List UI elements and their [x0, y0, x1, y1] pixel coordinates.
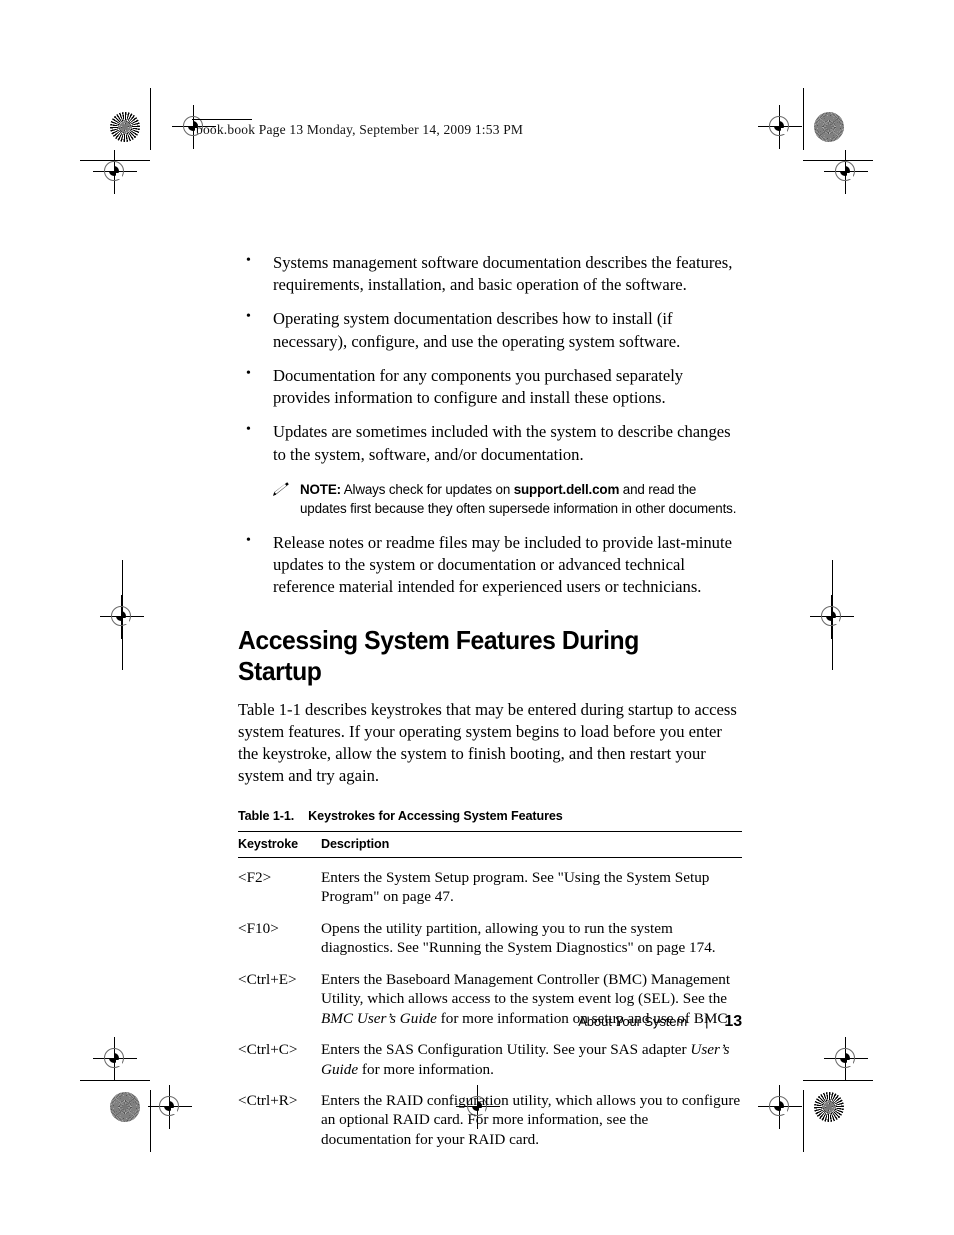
manual-page: book.book Page 13 Monday, September 14, … [0, 0, 954, 1235]
list-item: Release notes or readme files may be inc… [238, 532, 742, 599]
cell-keystroke: <F10> [238, 919, 279, 937]
table-caption: Table 1-1. Keystrokes for Accessing Syste… [238, 809, 742, 823]
pencil-icon [270, 481, 290, 499]
section-intro-paragraph: Table 1-1 describes keystrokes that may … [238, 699, 737, 785]
halftone-target-top-right [814, 112, 844, 142]
description-text: Enters the System Setup program. See "Us… [321, 868, 710, 906]
halftone-target-bottom-right [814, 1092, 844, 1122]
table-row: <F2> Enters the System Setup program. See… [238, 857, 742, 909]
documentation-bullet-list: Systems management software documentatio… [238, 252, 742, 466]
list-item: Systems management software documentatio… [238, 252, 742, 296]
note-label: NOTE: [300, 481, 341, 497]
footer-separator: | [705, 1014, 709, 1029]
note-text-before: Always check for updates on [340, 481, 514, 497]
table-caption-title: Keystrokes for Accessing System Features [308, 808, 563, 823]
registration-mark-bottom-right-outer [824, 1037, 868, 1081]
table-row: <Ctrl+C> Enters the SAS Configuration Uti… [238, 1031, 742, 1082]
table-row: <Ctrl+R> Enters the RAID configuration ut… [238, 1082, 742, 1152]
cell-description: Enters the System Setup program. See "Us… [321, 857, 742, 909]
table-body: <F2> Enters the System Setup program. See… [238, 857, 742, 1152]
release-notes-bullet-list: Release notes or readme files may be inc… [238, 532, 742, 599]
list-item: Operating system documentation describes… [238, 308, 742, 352]
cell-description: Enters the RAID configuration utility, w… [321, 1082, 742, 1152]
table-caption-number: Table 1-1. [238, 808, 295, 823]
registration-mark-bottom-left-inner [148, 1085, 192, 1129]
page-number: 13 [724, 1013, 742, 1030]
registration-mark-top-right-inner [758, 105, 802, 149]
cell-description: Enters the SAS Configuration Utility. Se… [321, 1031, 742, 1082]
description-text: Enters the RAID configuration utility, w… [321, 1091, 741, 1148]
column-header-description: Description [321, 830, 742, 858]
registration-mark-right-middle [810, 595, 854, 639]
description-text: Enters the SAS Configuration Utility. Se… [321, 1041, 691, 1059]
keystrokes-table: Keystroke Description <F2> Enters the Sys… [238, 830, 742, 1152]
description-text: Enters the Baseboard Management Controll… [321, 970, 731, 1008]
page-title: Accessing System Features During Startup [238, 624, 639, 686]
list-item: Documentation for any components you pur… [238, 365, 742, 409]
page-footer: About Your System | 13 [238, 1013, 742, 1031]
note-callout: NOTE: Always check for updates on suppor… [270, 480, 742, 518]
cell-keystroke: <F2> [238, 868, 272, 886]
column-header-keystroke: Keystroke [238, 830, 321, 858]
halftone-target-top-left [110, 112, 140, 142]
note-emphasis: support.dell.com [513, 481, 620, 497]
cell-keystroke: <Ctrl+C> [238, 1041, 298, 1059]
list-item: Updates are sometimes included with the … [238, 421, 742, 465]
trim-line-right-top [803, 88, 804, 150]
table-row: <F10> Opens the utility partition, allowi… [238, 910, 742, 961]
registration-mark-bottom-right-inner [758, 1085, 802, 1129]
registration-mark-bottom-left-outer [93, 1037, 137, 1081]
table-header-row: Keystroke Description [238, 830, 742, 858]
registration-mark-top-right-outer [824, 150, 868, 194]
trim-line-right-bottom [803, 1090, 804, 1152]
cell-description: Opens the utility partition, allowing yo… [321, 910, 742, 961]
running-header: book.book Page 13 Monday, September 14, … [196, 122, 524, 137]
cell-keystroke: <Ctrl+R> [238, 1091, 298, 1109]
registration-mark-left-middle [100, 595, 144, 639]
registration-mark-top-left-outer [93, 150, 137, 194]
running-header-rule [192, 119, 252, 120]
halftone-target-bottom-left [110, 1092, 140, 1122]
footer-section-name: About Your System [578, 1014, 688, 1029]
description-text: for more information. [358, 1060, 494, 1078]
trim-line-left-top [150, 88, 151, 150]
description-text: Opens the utility partition, allowing yo… [321, 919, 716, 957]
